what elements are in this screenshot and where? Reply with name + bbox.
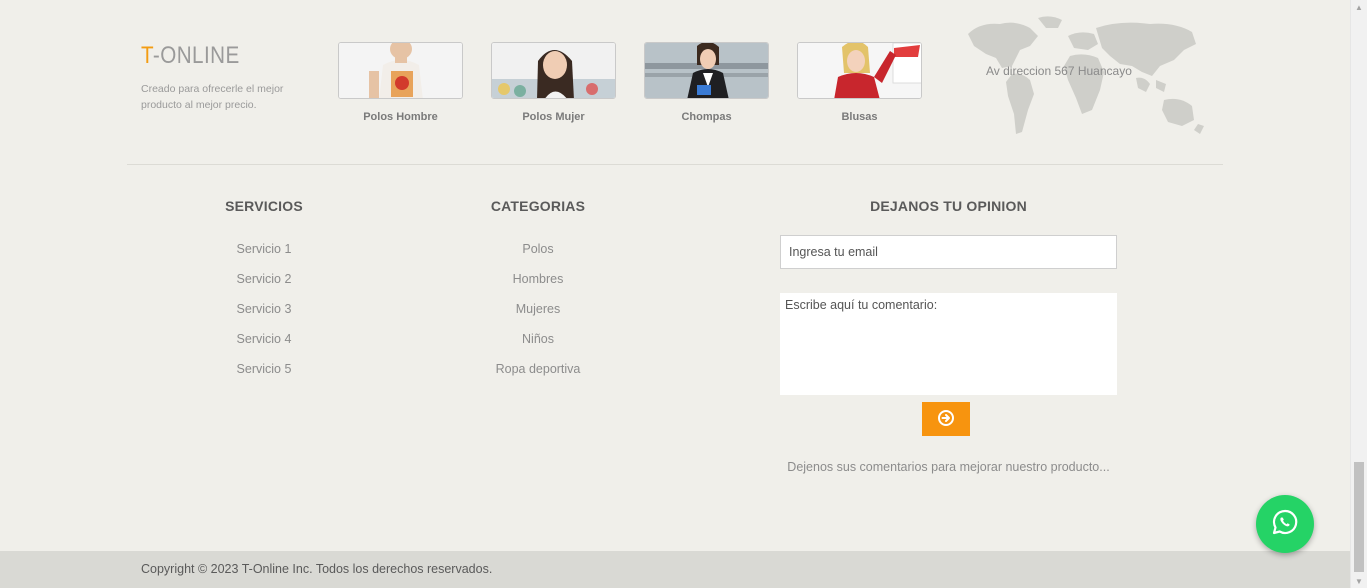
- polos-mujer-image[interactable]: [491, 42, 616, 99]
- scroll-up-arrow-icon[interactable]: ▲: [1351, 0, 1367, 14]
- gallery-item-chompas[interactable]: Chompas: [644, 42, 769, 123]
- footer-bar: Copyright © 2023 T-Online Inc. Todos los…: [0, 551, 1350, 588]
- submit-button[interactable]: [922, 402, 970, 436]
- categoria-link[interactable]: Hombres: [468, 271, 608, 301]
- servicios-list: Servicio 1 Servicio 2 Servicio 3 Servici…: [204, 241, 324, 391]
- servicio-link[interactable]: Servicio 2: [204, 271, 324, 301]
- gallery-caption[interactable]: Polos Hombre: [338, 111, 463, 123]
- gallery-caption[interactable]: Polos Mujer: [491, 111, 616, 123]
- gallery-item-blusas[interactable]: Blusas: [797, 42, 922, 123]
- comment-textarea[interactable]: [780, 293, 1117, 395]
- scroll-down-arrow-icon[interactable]: ▼: [1351, 574, 1367, 588]
- polos-hombre-image[interactable]: [338, 42, 463, 99]
- copyright-text: Copyright © 2023 T-Online Inc. Todos los…: [141, 562, 493, 576]
- categoria-link[interactable]: Mujeres: [468, 301, 608, 331]
- brand-logo[interactable]: T-ONLINE: [141, 42, 279, 70]
- gallery-caption[interactable]: Chompas: [644, 111, 769, 123]
- divider: [127, 164, 1223, 165]
- categoria-link[interactable]: Polos: [468, 241, 608, 271]
- brand-description: Creado para ofrecerle el mejor producto …: [141, 83, 284, 111]
- whatsapp-button[interactable]: [1256, 495, 1314, 553]
- categoria-link[interactable]: Niños: [468, 331, 608, 361]
- scrollbar-thumb[interactable]: [1354, 462, 1364, 572]
- brand-block: T-ONLINE Creado para ofrecerle el mejor …: [141, 42, 301, 113]
- vertical-scrollbar[interactable]: ▲ ▼: [1350, 0, 1367, 588]
- gallery-item-polos-mujer[interactable]: Polos Mujer: [491, 42, 616, 123]
- blusas-image[interactable]: [797, 42, 922, 99]
- categorias-title: CATEGORIAS: [490, 198, 586, 214]
- categorias-list: Polos Hombres Mujeres Niños Ropa deporti…: [468, 241, 608, 391]
- servicio-link[interactable]: Servicio 5: [204, 361, 324, 391]
- opinion-title: DEJANOS TU OPINION: [870, 198, 1027, 214]
- gallery-item-polos-hombre[interactable]: Polos Hombre: [338, 42, 463, 123]
- servicio-link[interactable]: Servicio 4: [204, 331, 324, 361]
- opinion-note: Dejenos sus comentarios para mejorar nue…: [787, 460, 1110, 474]
- chompas-image[interactable]: [644, 42, 769, 99]
- whatsapp-icon: [1271, 508, 1299, 541]
- categoria-link[interactable]: Ropa deportiva: [468, 361, 608, 391]
- world-map-image: [968, 16, 1204, 134]
- email-input[interactable]: [780, 235, 1117, 269]
- product-gallery: Polos Hombre Polos Mujer Chompas Blusas: [338, 42, 950, 123]
- servicio-link[interactable]: Servicio 1: [204, 241, 324, 271]
- arrow-circle-right-icon: [938, 409, 954, 429]
- servicios-title: SERVICIOS: [225, 198, 303, 214]
- address-text: Av direccion 567 Huancayo: [986, 64, 1132, 78]
- gallery-caption[interactable]: Blusas: [797, 111, 922, 123]
- servicio-link[interactable]: Servicio 3: [204, 301, 324, 331]
